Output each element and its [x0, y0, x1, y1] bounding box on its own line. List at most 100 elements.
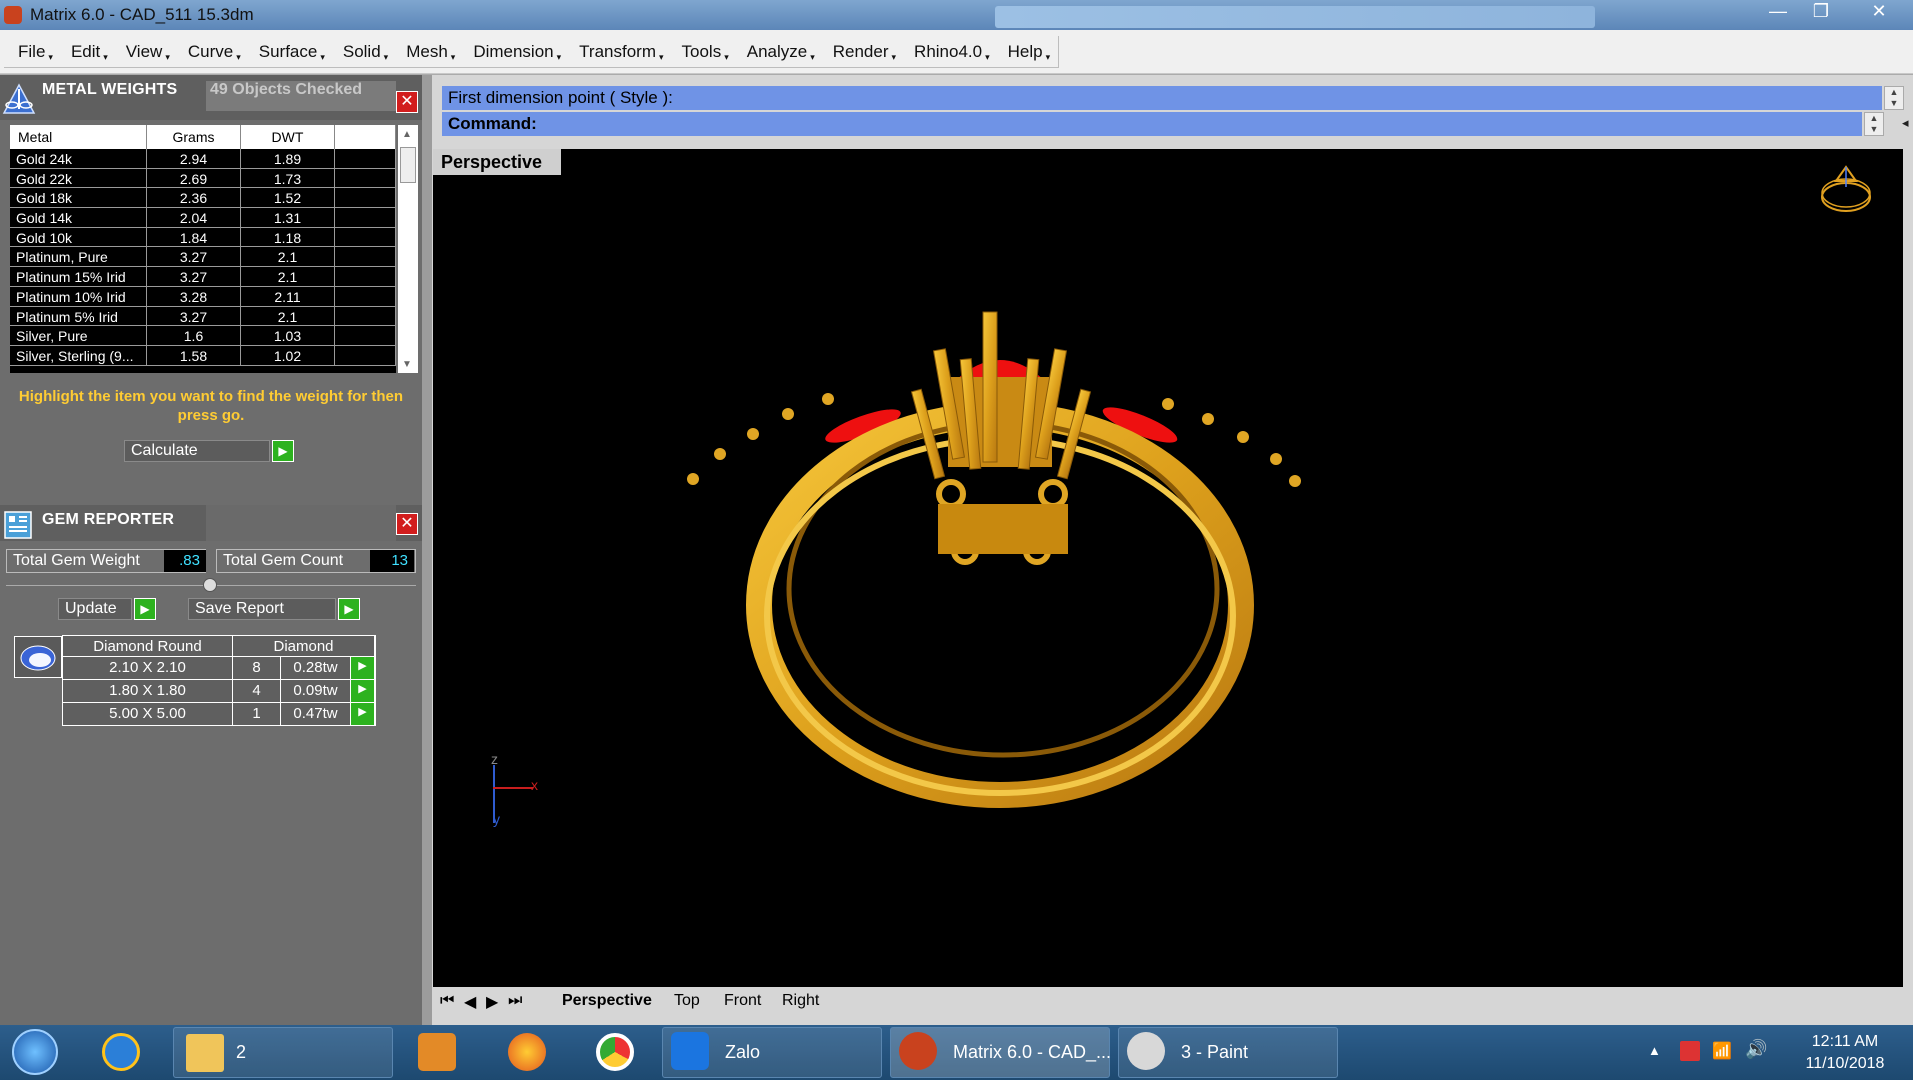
app-icon[interactable] [4, 6, 22, 24]
column-header-metal[interactable]: Metal [10, 125, 147, 149]
gem-shape-header: Diamond Round [63, 636, 233, 656]
tab-right[interactable]: Right [774, 990, 827, 1014]
gem-row-go-button[interactable]: ▶ [351, 680, 375, 702]
gem-count-cell: 4 [233, 680, 281, 702]
menu-solid[interactable]: Solid [329, 36, 392, 67]
grams-cell: 3.27 [147, 306, 241, 326]
gem-row[interactable]: 5.00 X 5.00 1 0.47tw ▶ [62, 703, 376, 726]
update-go-button[interactable]: ▶ [134, 598, 156, 620]
blank-cell [335, 306, 396, 326]
scroll-left-icon[interactable]: ◂ [1902, 115, 1909, 131]
close-gem-reporter-button[interactable]: ✕ [396, 513, 418, 535]
metal-row[interactable]: Gold 10k 1.84 1.18 [10, 227, 396, 248]
metal-weights-title: METAL WEIGHTS [42, 81, 178, 98]
tab-perspective[interactable]: Perspective [554, 990, 660, 1014]
window-title: Matrix 6.0 - CAD_511 15.3dm [30, 5, 254, 24]
minimize-button[interactable]: — [1761, 0, 1795, 24]
restore-button[interactable]: ❐ [1798, 0, 1844, 24]
taskbar-explorer-button[interactable]: 2 [173, 1027, 393, 1078]
metal-table-scrollbar[interactable]: ▲ ▼ [398, 125, 418, 373]
menu-analyze[interactable]: Analyze [733, 36, 819, 67]
firefox-icon[interactable] [508, 1033, 546, 1071]
clock-time: 12:11 AM [1811, 1033, 1879, 1050]
metal-row[interactable]: Gold 18k 2.36 1.52 [10, 188, 396, 209]
scroll-down-icon[interactable]: ▼ [402, 359, 412, 370]
blank-cell [335, 345, 396, 365]
system-clock[interactable]: 12:11 AM 11/10/2018 [1790, 1031, 1900, 1075]
action-center-flag-icon[interactable] [1680, 1041, 1700, 1061]
perspective-viewport[interactable]: Perspective z x y [433, 149, 1903, 987]
taskbar-matrix-button[interactable]: Matrix 6.0 - CAD_... [890, 1027, 1112, 1078]
last-view-icon[interactable]: ⏭ [508, 992, 522, 1010]
divider-handle[interactable] [203, 578, 217, 592]
matrix-label: Matrix 6.0 - CAD_... [953, 1042, 1112, 1062]
media-player-icon[interactable] [418, 1033, 456, 1071]
tab-front[interactable]: Front [716, 990, 769, 1014]
menu-dimension[interactable]: Dimension [459, 36, 565, 67]
column-header-grams[interactable]: Grams [147, 125, 241, 149]
menu-tools[interactable]: Tools [668, 36, 733, 67]
diamond-round-shape-icon[interactable] [14, 636, 62, 678]
menu-edit[interactable]: Edit [57, 36, 112, 67]
gem-row[interactable]: 2.10 X 2.10 8 0.28tw ▶ [62, 657, 376, 680]
metal-weights-hint: Highlight the item you want to find the … [18, 388, 404, 424]
command-spinner[interactable]: ▲ ▼ [1864, 112, 1884, 136]
metal-row[interactable]: Platinum, Pure 3.27 2.1 [10, 247, 396, 268]
menu-rhino4-0[interactable]: Rhino4.0 [900, 36, 994, 67]
gem-row-go-button[interactable]: ▶ [351, 657, 375, 679]
tab-top[interactable]: Top [666, 990, 708, 1014]
menu-file[interactable]: File [4, 36, 57, 67]
save-report-dropdown[interactable]: Save Report [188, 598, 336, 620]
dwt-cell: 1.02 [241, 345, 335, 365]
metal-row[interactable]: Gold 22k 2.69 1.73 [10, 168, 396, 189]
metal-row[interactable]: Gold 14k 2.04 1.31 [10, 208, 396, 228]
axis-z-label: z [491, 751, 498, 767]
metal-row[interactable]: Platinum 10% Irid 3.28 2.11 [10, 286, 396, 307]
view-navigator-icon[interactable] [1818, 163, 1874, 219]
internet-explorer-icon[interactable] [102, 1033, 140, 1071]
command-input[interactable]: Command: [442, 112, 1862, 136]
metal-row[interactable]: Platinum 15% Irid 3.27 2.1 [10, 267, 396, 287]
chrome-icon[interactable] [596, 1033, 634, 1071]
metal-weights-table[interactable]: Metal Grams DWT Gold 24k 2.94 1.89 Gold 22k… [10, 125, 396, 373]
blank-cell [335, 286, 396, 306]
gem-row[interactable]: 1.80 X 1.80 4 0.09tw ▶ [62, 680, 376, 703]
update-dropdown[interactable]: Update [58, 598, 132, 620]
panel-splitter[interactable] [422, 75, 432, 1025]
scroll-thumb[interactable] [400, 147, 416, 183]
metal-row[interactable]: Silver, Sterling (9... 1.58 1.02 [10, 345, 396, 366]
next-view-icon[interactable]: ▶ [486, 992, 498, 1012]
calculate-go-button[interactable]: ▶ [272, 440, 294, 462]
gem-row-go-button[interactable]: ▶ [351, 703, 375, 725]
menu-view[interactable]: View [112, 36, 174, 67]
blank-cell [335, 267, 396, 286]
previous-view-icon[interactable]: ◀ [464, 992, 476, 1012]
column-header-dwt[interactable]: DWT [241, 125, 335, 149]
total-gem-weight-value: .83 [164, 550, 206, 572]
calculate-dropdown[interactable]: Calculate [124, 440, 270, 462]
ring-model[interactable] [433, 149, 1903, 987]
menu-render[interactable]: Render [819, 36, 900, 67]
blank-cell [335, 326, 396, 345]
menu-transform[interactable]: Transform [565, 36, 667, 67]
taskbar-paint-button[interactable]: 3 - Paint [1118, 1027, 1338, 1078]
metal-name-cell: Silver, Sterling (9... [10, 345, 147, 365]
menu-curve[interactable]: Curve [174, 36, 245, 67]
show-hidden-icons-icon[interactable]: ▲ [1648, 1043, 1661, 1058]
first-view-icon[interactable]: ⏮ [440, 992, 454, 1010]
network-icon[interactable]: 📶 [1712, 1041, 1732, 1061]
menu-mesh[interactable]: Mesh [392, 36, 459, 67]
volume-icon[interactable]: 🔊 [1745, 1039, 1767, 1060]
save-report-go-button[interactable]: ▶ [338, 598, 360, 620]
close-window-button[interactable]: ✕ [1851, 0, 1907, 24]
close-metal-weights-button[interactable]: ✕ [396, 91, 418, 113]
command-history-spinner[interactable]: ▲ ▼ [1884, 86, 1904, 110]
taskbar-zalo-button[interactable]: Zalo [662, 1027, 882, 1078]
menu-help[interactable]: Help [994, 36, 1055, 67]
start-button-icon[interactable] [12, 1029, 58, 1075]
metal-row[interactable]: Silver, Pure 1.6 1.03 [10, 326, 396, 346]
metal-row[interactable]: Gold 24k 2.94 1.89 [10, 149, 396, 169]
metal-row[interactable]: Platinum 5% Irid 3.27 2.1 [10, 306, 396, 327]
menu-surface[interactable]: Surface [245, 36, 329, 67]
scroll-up-icon[interactable]: ▲ [402, 129, 412, 140]
